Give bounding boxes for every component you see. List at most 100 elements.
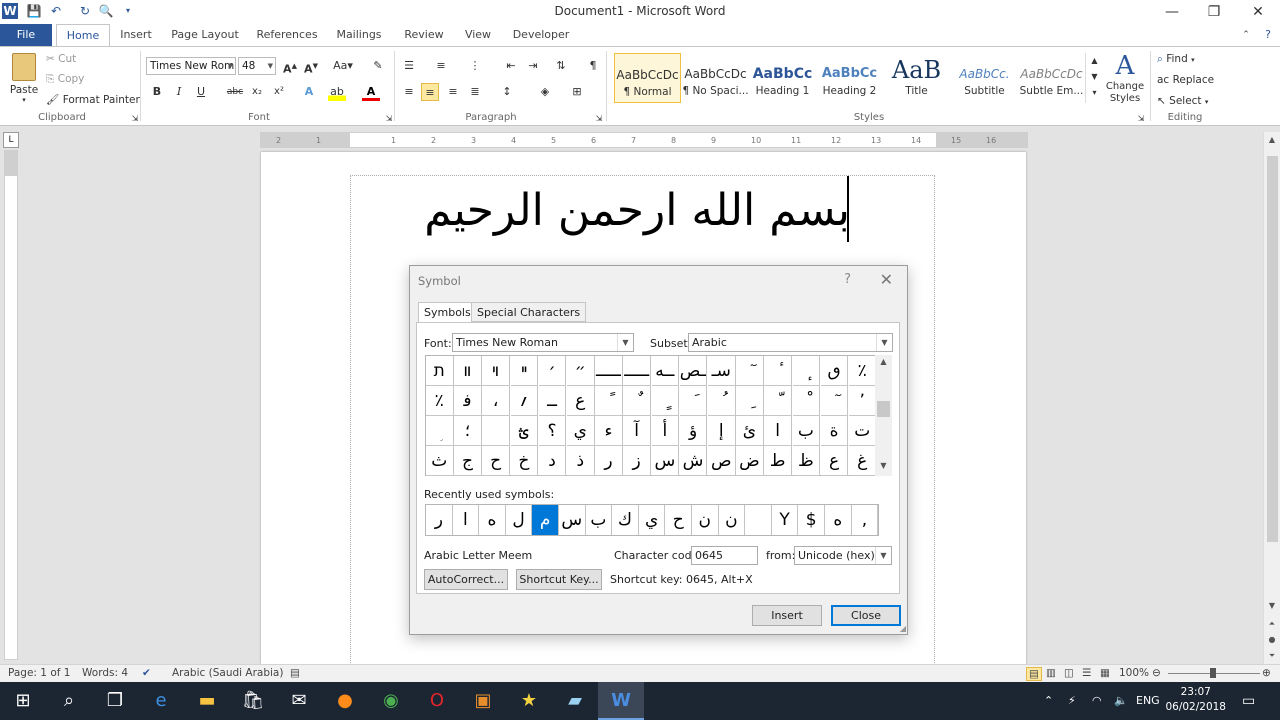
zoom-in-icon[interactable]: ⊕ <box>1262 667 1271 679</box>
symbol-cell[interactable]: َ <box>679 386 708 416</box>
style-subtle-emphasis[interactable]: AaBbCcDc Subtle Em... <box>1018 53 1085 103</box>
symbol-cell[interactable]: ״ <box>567 356 595 386</box>
scroll-up-icon[interactable]: ▲ <box>1264 132 1280 148</box>
scroll-up-icon[interactable]: ▲ <box>875 357 892 366</box>
symbol-cell[interactable]: ـــــ <box>595 356 623 386</box>
help-icon[interactable]: ? <box>1258 24 1278 46</box>
recent-symbol[interactable]: ل <box>506 505 533 535</box>
word-count[interactable]: Words: 4 <box>82 667 128 679</box>
symbol-cell[interactable]: ح <box>482 446 510 476</box>
task-view-icon[interactable]: ❐ <box>92 682 138 720</box>
minimize-ribbon-icon[interactable]: ⌃ <box>1236 24 1256 46</box>
tab-home[interactable]: Home <box>56 24 110 47</box>
proofing-icon[interactable]: ✔ <box>142 667 151 679</box>
symbol-cell[interactable]: ث <box>426 446 454 476</box>
symbol-grid-scrollbar[interactable]: ▲ ▼ <box>875 355 892 476</box>
web-layout-icon[interactable]: ◫ <box>1064 667 1074 679</box>
scroll-down-icon[interactable]: ▼ <box>1264 598 1280 614</box>
tab-page-layout[interactable]: Page Layout <box>168 24 242 46</box>
symbol-cell[interactable]: ת <box>426 356 454 386</box>
change-case-icon[interactable]: Aa▾ <box>332 57 354 75</box>
recent-symbol[interactable]: ن <box>692 505 719 535</box>
character-code-input[interactable]: 0645 <box>691 546 758 565</box>
symbol-cell[interactable]: ٓ <box>736 356 764 386</box>
styles-scroll-icon[interactable]: ▲ ▼ ▾ <box>1085 53 1103 103</box>
recent-symbol[interactable]: ر <box>426 505 453 535</box>
restore-button[interactable]: ❐ <box>1192 0 1236 24</box>
word-taskbar-icon[interactable]: W <box>598 682 644 720</box>
dialog-close-button[interactable]: Close <box>831 605 901 626</box>
tab-review[interactable]: Review <box>398 24 450 46</box>
tab-special-characters[interactable]: Special Characters <box>471 302 587 322</box>
horizontal-ruler[interactable]: 2 1 1 2 3 4 5 6 7 8 9 10 11 12 13 14 15 16 <box>260 132 1028 148</box>
copy-button[interactable]: ⎘ Copy <box>46 73 84 86</box>
bullets-icon[interactable]: ☰ <box>400 57 418 75</box>
recent-symbol[interactable]: ك <box>612 505 639 535</box>
scrollbar-thumb[interactable] <box>1267 156 1278 542</box>
line-spacing-icon[interactable]: ↕ <box>498 83 516 101</box>
symbol-cell[interactable]: ت <box>849 416 877 446</box>
symbol-grid[interactable]: תװױײ׳״ــــــــــــهـــصسـٕٓٔٯ٪٪ﻓ،؍ــعًٌٍ… <box>425 355 877 476</box>
symbol-cell[interactable]: ط <box>764 446 792 476</box>
symbol-cell[interactable]: ي <box>567 416 595 446</box>
underline-icon[interactable]: U <box>192 83 210 101</box>
symbol-cell[interactable]: ز <box>623 446 651 476</box>
recent-symbol[interactable]: س <box>559 505 586 535</box>
align-center-icon[interactable]: ≡ <box>421 83 439 101</box>
volume-icon[interactable]: 🔈 <box>1114 682 1128 720</box>
recent-symbol[interactable]: ب <box>586 505 613 535</box>
symbol-cell[interactable]: ظ <box>792 446 821 476</box>
shrink-font-icon[interactable]: A▼ <box>302 57 320 76</box>
symbol-cell[interactable]: ـــص <box>679 356 708 386</box>
symbol-cell[interactable]: ٔ <box>764 356 792 386</box>
recent-symbol[interactable]: $ <box>798 505 825 535</box>
tab-insert[interactable]: Insert <box>114 24 158 46</box>
increase-indent-icon[interactable]: ⇥ <box>524 57 542 75</box>
file-explorer-icon[interactable]: ▬ <box>184 682 230 720</box>
font-select[interactable]: Times New Roman ▼ <box>452 333 634 352</box>
clock[interactable]: 23:07 06/02/2018 <box>1165 685 1226 715</box>
recent-symbols[interactable]: ر ا ه ل م س ب ك ي ح ن ن Y $ ه, <box>425 504 879 536</box>
symbol-cell[interactable]: ٌ <box>623 386 651 416</box>
autocorrect-button[interactable]: AutoCorrect... <box>424 569 508 590</box>
network-icon[interactable]: ⚡ <box>1068 682 1076 720</box>
resize-grip-icon[interactable]: ◢ <box>900 624 906 633</box>
symbol-cell[interactable]: د <box>538 446 567 476</box>
language-indicator[interactable]: Arabic (Saudi Arabia) <box>172 667 283 679</box>
symbol-cell[interactable]: ، <box>482 386 510 416</box>
style-subtitle[interactable]: AaBbCc. Subtitle <box>951 53 1018 103</box>
decrease-indent-icon[interactable]: ⇤ <box>502 57 520 75</box>
symbol-cell[interactable]: ع <box>820 446 849 476</box>
from-select[interactable]: Unicode (hex) ▼ <box>794 546 892 565</box>
font-color-icon[interactable]: A <box>362 83 380 101</box>
wifi-icon[interactable]: ◠ <box>1092 682 1102 720</box>
tab-references[interactable]: References <box>252 24 322 46</box>
show-hidden-icons[interactable]: ⌃ <box>1044 682 1053 720</box>
symbol-cell[interactable]: آ <box>623 416 651 446</box>
symbol-cell[interactable]: ــه <box>651 356 680 386</box>
symbol-cell[interactable]: ج <box>454 446 482 476</box>
font-name-combo[interactable]: Times New Rom ▼ <box>146 57 236 75</box>
symbol-cell[interactable]: خ <box>510 446 539 476</box>
minimize-button[interactable]: — <box>1150 0 1194 24</box>
browse-object-icon[interactable]: ● <box>1264 632 1280 648</box>
strikethrough-icon[interactable]: abc <box>226 83 244 101</box>
symbol-cell[interactable]: ص <box>708 446 736 476</box>
recent-symbol[interactable]: , <box>852 505 879 535</box>
symbol-cell[interactable]: ش <box>679 446 708 476</box>
recent-symbol[interactable]: ح <box>665 505 692 535</box>
symbol-cell[interactable] <box>482 416 510 446</box>
subscript-icon[interactable]: x₂ <box>248 83 266 101</box>
notifications-icon[interactable]: ▭ <box>1242 682 1255 720</box>
symbol-cell[interactable]: ؚ <box>426 416 454 446</box>
draft-view-icon[interactable]: ▦ <box>1100 667 1110 679</box>
align-left-icon[interactable]: ≡ <box>400 83 418 101</box>
mail-icon[interactable]: ✉ <box>276 682 322 720</box>
close-button[interactable]: ✕ <box>1236 0 1280 24</box>
zoom-out-icon[interactable]: ⊖ <box>1152 667 1161 679</box>
paste-button[interactable]: Paste ▾ <box>8 53 40 104</box>
tab-view[interactable]: View <box>458 24 498 46</box>
symbol-cell[interactable]: ٪ <box>426 386 454 416</box>
symbol-cell[interactable]: ع <box>567 386 595 416</box>
symbol-cell[interactable]: ٯ <box>820 356 849 386</box>
